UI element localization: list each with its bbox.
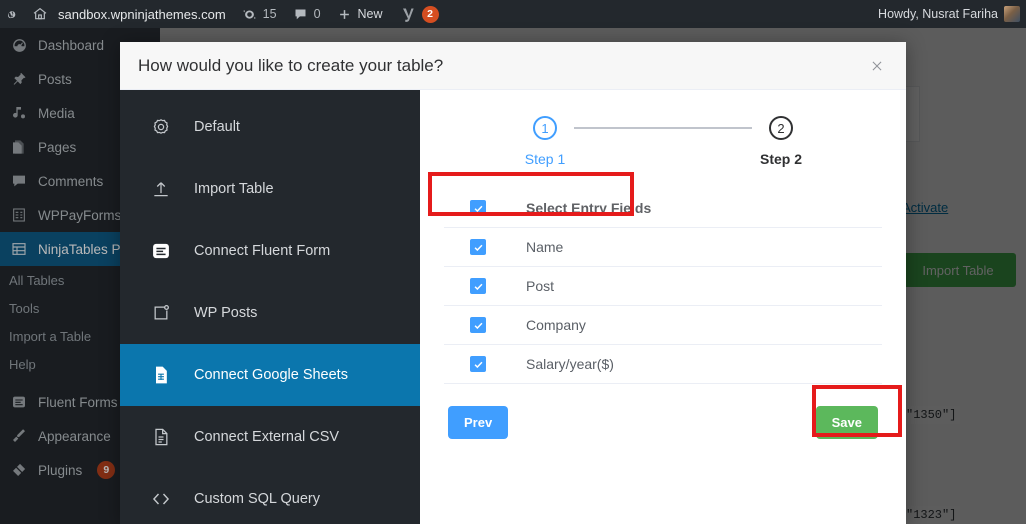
step-2-label: Step 2: [759, 151, 802, 167]
google-sheets-icon: [150, 364, 172, 386]
step-1-circle: 1: [533, 116, 557, 140]
step-1-label: Step 1: [524, 151, 566, 167]
entry-field-checkbox[interactable]: [470, 239, 486, 255]
modal-sidebar: Default Import Table Connect Fluent Form: [120, 90, 420, 524]
yoast-icon: [399, 6, 415, 23]
modal-nav-import-table[interactable]: Import Table: [120, 158, 420, 220]
create-table-modal: How would you like to create your table?…: [120, 42, 906, 524]
step-1[interactable]: 1 Step 1: [516, 116, 574, 167]
entry-field-row[interactable]: Salary/year($): [444, 345, 882, 384]
modal-nav-label: Connect Google Sheets: [194, 367, 348, 383]
wp-posts-icon: [150, 302, 172, 324]
entry-fields-list: Select Entry Fields Name Post Company Sa…: [444, 189, 882, 384]
modal-nav-label: Import Table: [194, 181, 274, 197]
entry-field-checkbox[interactable]: [470, 317, 486, 333]
prev-button[interactable]: Prev: [448, 406, 509, 439]
modal-nav-label: Connect External CSV: [194, 429, 340, 445]
home-icon[interactable]: [24, 0, 56, 28]
modal-nav-default[interactable]: Default: [120, 96, 420, 158]
modal-nav-connect-google-sheets[interactable]: Connect Google Sheets: [120, 344, 420, 406]
updates-count: 15: [262, 7, 277, 21]
avatar[interactable]: [1004, 6, 1020, 22]
modal-footer-buttons: Prev Save: [444, 406, 882, 439]
entry-field-label: Salary/year($): [526, 356, 614, 372]
modal-nav-label: WP Posts: [194, 305, 258, 321]
code-icon: [150, 488, 172, 510]
modal-nav-label: Default: [194, 119, 240, 135]
fluent-form-icon: [150, 240, 172, 262]
entry-field-checkbox[interactable]: [470, 278, 486, 294]
step-2-circle: 2: [769, 116, 793, 140]
yoast-menu[interactable]: 2: [391, 0, 447, 28]
upload-icon: [150, 178, 172, 200]
modal-content: 1 Step 1 2 Step 2 Select Entry Fields Na…: [420, 90, 906, 524]
comments-icon[interactable]: 0: [285, 0, 329, 28]
wordpress-icon[interactable]: [0, 0, 24, 28]
modal-body: Default Import Table Connect Fluent Form: [120, 90, 906, 524]
modal-nav-connect-fluent-form[interactable]: Connect Fluent Form: [120, 220, 420, 282]
close-icon[interactable]: [866, 55, 888, 77]
comments-count: 0: [313, 7, 321, 21]
modal-nav-custom-sql-query[interactable]: Custom SQL Query: [120, 468, 420, 524]
modal-nav-connect-external-csv[interactable]: Connect External CSV: [120, 406, 420, 468]
entry-field-label: Post: [526, 278, 555, 294]
save-button[interactable]: Save: [815, 406, 878, 439]
step-connector: [574, 127, 752, 129]
page-title: How would you like to create your table?: [138, 55, 444, 75]
new-content-button[interactable]: New: [329, 0, 391, 28]
updates-icon[interactable]: 15: [234, 0, 285, 28]
new-label: New: [357, 7, 383, 21]
adminbar-right: Howdy, Nusrat Fariha: [878, 6, 1026, 22]
site-name[interactable]: sandbox.wpninjathemes.com: [56, 0, 234, 28]
modal-nav-label: Connect Fluent Form: [194, 243, 331, 259]
step-2[interactable]: 2 Step 2: [752, 116, 810, 167]
gear-icon: [150, 116, 172, 138]
entry-field-checkbox[interactable]: [470, 356, 486, 372]
modal-header: How would you like to create your table?: [120, 42, 906, 90]
select-all-label: Select Entry Fields: [526, 200, 652, 216]
modal-nav-label: Custom SQL Query: [194, 491, 320, 507]
howdy-label[interactable]: Howdy, Nusrat Fariha: [878, 7, 1004, 21]
csv-file-icon: [150, 426, 172, 448]
entry-field-row[interactable]: Post: [444, 267, 882, 306]
select-all-entry-fields-row[interactable]: Select Entry Fields: [444, 189, 882, 228]
entry-field-row[interactable]: Name: [444, 228, 882, 267]
yoast-count-badge: 2: [421, 5, 439, 23]
entry-field-label: Company: [526, 317, 586, 333]
wp-admin-bar: sandbox.wpninjathemes.com 15 0 New 2 How…: [0, 0, 1026, 28]
entry-field-row[interactable]: Company: [444, 306, 882, 345]
select-all-checkbox[interactable]: [470, 200, 486, 216]
screen: Activate Import Table "1350"] "1323"] sa…: [0, 0, 1026, 524]
step-indicator: 1 Step 1 2 Step 2: [444, 116, 882, 167]
modal-nav-wp-posts[interactable]: WP Posts: [120, 282, 420, 344]
entry-field-label: Name: [526, 239, 564, 255]
